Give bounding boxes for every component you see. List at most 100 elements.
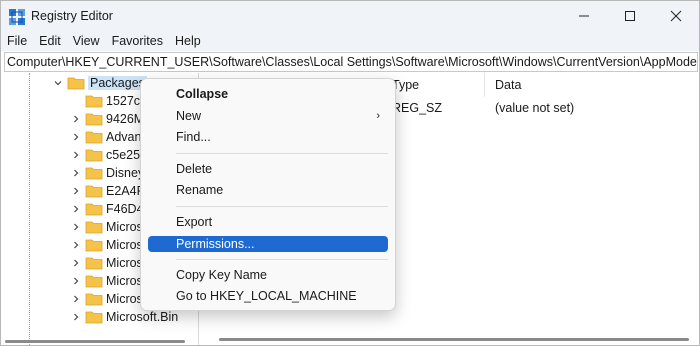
folder-icon [85,94,103,108]
address-bar[interactable]: Computer\HKEY_CURRENT_USER\Software\Clas… [4,52,698,72]
value-data-cell[interactable]: (value not set) [495,101,574,115]
menu-item-collapse[interactable]: Collapse [148,87,388,102]
chevron-right-icon[interactable] [69,202,83,216]
tree-item[interactable]: Micros [69,236,143,254]
tree-item-label: Disney [106,166,145,180]
tree-item[interactable]: 1527c7 [69,92,147,110]
expander-empty [69,94,83,108]
folder-icon [85,166,103,180]
folder-icon [85,112,103,126]
menu-item-label: Find... [176,130,211,144]
tree-item[interactable]: F46D4 [69,200,144,218]
tree-item-label: F46D4 [106,202,144,216]
menu-item-label: Go to HKEY_LOCAL_MACHINE [176,289,357,303]
minimize-icon [579,15,589,17]
value-type-cell[interactable]: REG_SZ [392,101,442,115]
chevron-right-icon: › [376,110,380,122]
tree-item[interactable]: Micros [69,290,143,308]
folder-icon [67,76,85,90]
menu-item-export[interactable]: Export [148,215,388,230]
menu-item-go-to-hklm[interactable]: Go to HKEY_LOCAL_MACHINE [148,289,388,304]
menu-favorites[interactable]: Favorites [112,34,163,48]
menu-separator [176,259,388,260]
close-icon [670,10,682,22]
tree-item[interactable]: Advan [69,128,141,146]
tree-item-label: Micros [106,220,143,234]
chevron-right-icon[interactable] [69,220,83,234]
folder-icon [85,238,103,252]
values-horizontal-scrollbar[interactable] [219,338,689,341]
folder-icon [85,148,103,162]
menu-item-label: Permissions... [176,237,255,251]
tree-horizontal-scrollbar[interactable] [5,340,185,343]
menu-edit[interactable]: Edit [39,34,61,48]
maximize-icon [625,11,635,21]
chevron-right-icon[interactable] [69,112,83,126]
folder-icon [85,310,103,324]
menu-item-new[interactable]: New › [148,109,388,124]
tree-item-label: 9426M [106,112,145,126]
tree-item[interactable]: Disney [69,164,144,182]
tree-item-label: Advan [106,130,142,144]
close-button[interactable] [653,1,699,31]
tree-item[interactable]: Micros [69,218,143,236]
column-header-data[interactable]: Data [495,73,521,97]
menu-separator [176,206,388,207]
tree-item[interactable]: Micros [69,254,143,272]
tree-item-packages[interactable]: Packages [51,74,147,92]
column-divider[interactable] [484,73,485,97]
chevron-right-icon[interactable] [69,148,83,162]
menu-view[interactable]: View [73,34,100,48]
menu-file[interactable]: File [7,34,27,48]
tree-item-label: Packages [88,76,147,90]
chevron-down-icon[interactable] [51,76,65,90]
chevron-right-icon[interactable] [69,292,83,306]
chevron-right-icon[interactable] [69,256,83,270]
chevron-right-icon[interactable] [69,130,83,144]
maximize-button[interactable] [607,1,653,31]
chevron-right-icon[interactable] [69,184,83,198]
registry-app-icon [9,9,25,25]
tree-item-label: Micros [106,292,143,306]
menu-item-rename[interactable]: Rename [148,183,388,198]
chevron-right-icon[interactable] [69,310,83,324]
tree-item-label: Micros [106,238,143,252]
menu-item-delete[interactable]: Delete [148,162,388,177]
chevron-right-icon[interactable] [69,238,83,252]
tree-item[interactable]: c5e252 [69,146,147,164]
tree-item[interactable]: Micros [69,272,143,290]
folder-icon [85,220,103,234]
folder-icon [85,130,103,144]
minimize-button[interactable] [561,1,607,31]
tree-guide-line [29,73,30,345]
chevron-right-icon[interactable] [69,166,83,180]
menu-item-label: Export [176,215,213,229]
window-title: Registry Editor [31,9,113,23]
menu-bar: File Edit View Favorites Help [1,31,699,51]
tree-item-label: Microsoft.Bin [106,310,179,324]
registry-editor-window: Registry Editor File Edit View Favorites… [0,0,700,346]
folder-icon [85,202,103,216]
column-header-type[interactable]: Type [392,73,419,97]
tree-item[interactable]: 9426M [69,110,144,128]
folder-icon [85,274,103,288]
context-menu: Collapse New › Find... Delete Rename Exp… [140,78,396,311]
menu-item-label: Delete [176,162,213,176]
tree-item-label: Micros [106,256,143,270]
tree-item-label: Micros [106,274,143,288]
menu-item-label: Rename [176,183,224,197]
tree-item-label: E2A4F [106,184,145,198]
menu-item-label: New [176,109,202,123]
folder-icon [85,184,103,198]
menu-item-find[interactable]: Find... [148,130,388,145]
menu-item-label: Copy Key Name [176,268,268,282]
chevron-right-icon[interactable] [69,274,83,288]
title-bar[interactable]: Registry Editor [1,1,699,31]
menu-separator [176,153,388,154]
folder-icon [85,292,103,306]
menu-item-permissions[interactable]: Permissions... [148,236,388,252]
tree-item[interactable]: E2A4F [69,182,144,200]
menu-help[interactable]: Help [175,34,201,48]
menu-item-copy-key-name[interactable]: Copy Key Name [148,268,388,283]
folder-icon [85,256,103,270]
